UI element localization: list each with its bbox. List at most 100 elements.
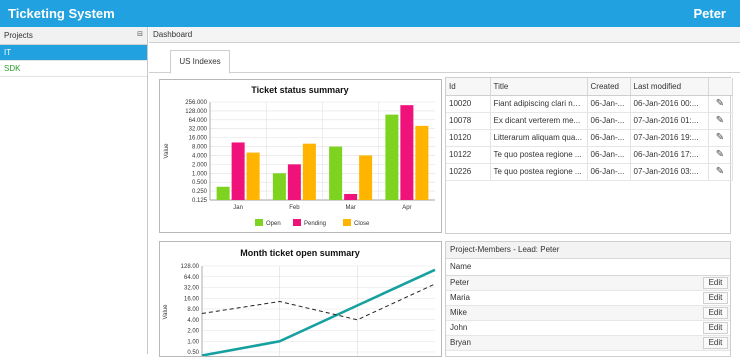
app-title: Ticketing System [8, 6, 115, 21]
ticket-title: Te quo postea regione ... [490, 146, 588, 164]
y-tick-label: 2.00 [187, 329, 199, 335]
y-tick-label: 0.250 [192, 189, 208, 195]
legend-label: Close [354, 221, 370, 227]
ticket-created: 06-Jan-... [587, 146, 631, 164]
y-tick-label: 16.00 [184, 296, 200, 302]
member-name: Bryan [450, 338, 471, 347]
bar-pending [344, 193, 358, 200]
legend-label: Pending [304, 221, 326, 227]
y-tick-label: 8.000 [192, 145, 208, 151]
ticket-title: Te quo postea regione ... [490, 163, 588, 181]
y-tick-label: 8.00 [187, 307, 199, 313]
table-row[interactable]: 10122 Te quo postea regione ... 06-Jan-.… [446, 146, 733, 164]
table-row[interactable]: 10020 Fiant adipiscing clari nu... 06-Ja… [446, 95, 733, 113]
ticket-id: 10226 [446, 163, 491, 181]
col-id[interactable]: Id [446, 78, 491, 96]
tab-strip: US Indexes [149, 43, 740, 74]
edit-pencil-icon[interactable]: ✎ [708, 112, 733, 130]
ticket-created: 06-Jan-... [587, 112, 631, 130]
y-tick-label: 32.000 [189, 127, 208, 133]
ticket-status-chart-panel: Ticket status summary Value 256.000 128.000… [159, 79, 442, 233]
ticket-modified: 06-Jan-2016 00:... [630, 95, 709, 113]
col-actions [708, 78, 733, 96]
x-tick-label: Jan [233, 205, 243, 211]
chart-title: Ticket status summary [251, 85, 348, 95]
list-item: Mike Edit [446, 306, 730, 321]
bar-open [329, 146, 343, 200]
bar-pending [231, 142, 245, 200]
bar-close [246, 152, 260, 200]
edit-member-button[interactable]: Edit [703, 322, 728, 334]
x-tick-label: Mar [345, 205, 355, 211]
ticket-title: Fiant adipiscing clari nu... [490, 95, 588, 113]
series-line-2 [201, 283, 436, 321]
ticket-status-chart: Ticket status summary Value 256.000 128.000… [164, 85, 435, 227]
member-name: Maria [450, 293, 471, 302]
members-name-header[interactable]: Name [446, 259, 730, 276]
legend-swatch [255, 219, 263, 226]
y-tick-label: 16.000 [189, 136, 208, 142]
list-item: Maria Edit [446, 291, 730, 306]
y-tick-label: 128.000 [185, 109, 207, 115]
col-created[interactable]: Created [587, 78, 631, 96]
y-tick-label: 0.50 [187, 350, 199, 356]
edit-pencil-icon[interactable]: ✎ [708, 163, 733, 181]
month-open-chart-panel: Month ticket open summary Value 128.00 64.0… [159, 241, 442, 357]
bar-open [272, 173, 286, 200]
table-row[interactable]: 10120 Litterarum aliquam qua... 06-Jan-.… [446, 129, 733, 147]
edit-member-button[interactable]: Edit [703, 307, 728, 319]
y-tick-label: 0.500 [192, 180, 208, 186]
y-axis-label: Value [163, 304, 169, 320]
ticket-title: Ex dicant verterem me... [490, 112, 588, 130]
bar-close [415, 125, 429, 200]
ticket-title: Litterarum aliquam qua... [490, 129, 588, 147]
ticket-id: 10020 [446, 95, 491, 113]
member-name: Mike [450, 308, 467, 317]
edit-pencil-icon[interactable]: ✎ [708, 146, 733, 164]
project-item-sdk[interactable]: SDK [0, 61, 147, 77]
pin-icon[interactable]: ⊟ [137, 30, 143, 38]
table-row[interactable]: 10078 Ex dicant verterem me... 06-Jan-..… [446, 112, 733, 130]
edit-member-button[interactable]: Edit [703, 292, 728, 304]
y-tick-label: 256.000 [185, 100, 207, 106]
table-row[interactable]: 10226 Te quo postea regione ... 06-Jan-.… [446, 163, 733, 181]
x-tick-label: Apr [402, 205, 411, 211]
tickets-grid: Id Title Created Last modified 10020 Fia… [445, 77, 733, 234]
members-panel: Project-Members - Lead: Peter Name Peter… [445, 241, 731, 357]
member-name: Peter [450, 278, 470, 287]
y-tick-label: 64.00 [184, 275, 200, 281]
ticket-id: 10078 [446, 112, 491, 130]
bar-pending [400, 105, 414, 200]
month-open-chart: Month ticket open summary Value 128.00 64.0… [163, 248, 436, 356]
y-tick-label: 1.000 [192, 171, 208, 177]
projects-header: Projects ⊟ [0, 27, 147, 45]
y-tick-label: 2.000 [192, 162, 208, 168]
y-tick-label: 32.00 [184, 286, 200, 292]
y-tick-label: 1.00 [187, 339, 199, 345]
col-title[interactable]: Title [490, 78, 588, 96]
ticket-modified: 07-Jan-2016 03:... [630, 163, 709, 181]
member-name: John [450, 323, 468, 332]
edit-pencil-icon[interactable]: ✎ [708, 129, 733, 147]
y-tick-label: 4.00 [187, 318, 199, 324]
y-tick-label: 64.000 [189, 118, 208, 124]
projects-title: Projects [4, 31, 33, 40]
x-tick-label: Feb [289, 205, 300, 211]
list-item: Peter Edit [446, 276, 730, 291]
user-name[interactable]: Peter [693, 6, 726, 21]
ticket-id: 10122 [446, 146, 491, 164]
project-item-it[interactable]: IT [0, 45, 147, 61]
ticket-modified: 06-Jan-2016 17:... [630, 146, 709, 164]
tab-us-indexes[interactable]: US Indexes [170, 50, 230, 74]
edit-member-button[interactable]: Edit [703, 337, 728, 349]
top-bar: Ticketing System Peter [0, 0, 740, 27]
y-axis-label: Value [164, 143, 170, 159]
edit-pencil-icon[interactable]: ✎ [708, 95, 733, 113]
chart-title: Month ticket open summary [240, 248, 360, 258]
ticket-created: 06-Jan-... [587, 163, 631, 181]
col-last-modified[interactable]: Last modified [630, 78, 709, 96]
y-tick-label: 128.00 [181, 264, 200, 270]
list-item: John Edit [446, 321, 730, 336]
edit-member-button[interactable]: Edit [703, 277, 728, 289]
bar-open [216, 186, 230, 200]
